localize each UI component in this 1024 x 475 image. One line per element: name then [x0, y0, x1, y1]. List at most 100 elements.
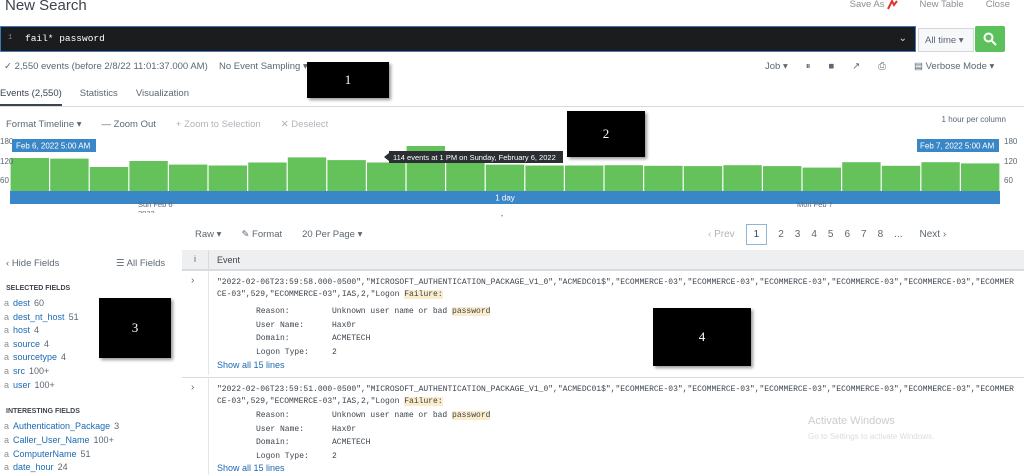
field-name: ComputerName — [13, 449, 77, 459]
timeline-bar[interactable] — [485, 164, 525, 191]
page-button[interactable]: 2 — [778, 229, 784, 240]
string-type-icon: a — [4, 421, 10, 431]
per-page-dropdown[interactable]: 20 Per Page ▾ — [302, 229, 362, 240]
highlight-term[interactable]: Failure: — [404, 396, 443, 406]
expand-chevron-icon[interactable]: › — [191, 382, 194, 393]
event-field-key: Domain: — [256, 334, 290, 343]
page-button[interactable]: 7 — [861, 229, 867, 240]
timeline-bar[interactable] — [169, 164, 208, 191]
show-all-lines-link[interactable]: Show all 15 lines — [217, 463, 285, 473]
job-dropdown[interactable]: Job ▾ — [765, 61, 788, 72]
raw-dropdown[interactable]: Raw ▾ — [195, 229, 221, 240]
timeline-bar[interactable] — [842, 162, 881, 191]
activate-windows-watermark: Activate Windows — [808, 415, 895, 427]
tab-visualization[interactable]: Visualization — [136, 88, 189, 107]
expand-chevron-icon[interactable]: › — [191, 275, 194, 286]
string-type-icon: a — [4, 352, 10, 362]
prev-button[interactable]: ‹ Prev — [708, 229, 735, 240]
format-timeline-dropdown[interactable]: Format Timeline ▾ — [6, 119, 82, 130]
timeline-bar[interactable] — [89, 167, 129, 191]
highlight-term[interactable]: password — [452, 307, 491, 316]
event-sampling-dropdown[interactable]: No Event Sampling ▾ — [219, 61, 308, 72]
time-range-picker[interactable]: All time ▾ — [918, 28, 974, 52]
timeline-bar[interactable] — [50, 158, 89, 191]
search-mode-dropdown[interactable]: ▤ Verbose Mode ▾ — [914, 61, 994, 72]
search-input[interactable]: 1 fail* password ⌄ — [0, 26, 916, 52]
timeline-bar[interactable] — [604, 165, 643, 191]
callout-4: 4 — [653, 308, 751, 366]
page-button[interactable]: 4 — [811, 229, 817, 240]
field-name: dest — [13, 298, 31, 308]
timeline-bar[interactable] — [287, 157, 327, 191]
sampling-label: No Event Sampling — [219, 61, 301, 72]
search-query[interactable]: fail* password — [25, 33, 105, 44]
timeline-bar[interactable] — [921, 162, 960, 191]
timeline-bar[interactable] — [446, 161, 485, 191]
timeline-bar[interactable] — [723, 165, 762, 191]
chevron-down-icon[interactable]: ⌄ — [899, 33, 907, 44]
field-user[interactable]: a user 100+ — [4, 380, 55, 390]
timeline-bar[interactable] — [10, 158, 50, 191]
field-src[interactable]: a src 100+ — [4, 366, 49, 376]
close-button[interactable]: Close — [986, 0, 1010, 10]
timeline-bar[interactable] — [683, 166, 723, 191]
field-name: dest_nt_host — [13, 312, 65, 322]
pause-icon[interactable]: ⏸ — [806, 61, 811, 72]
field-sourcetype[interactable]: a sourcetype 4 — [4, 352, 66, 362]
event-field-key: User Name: — [256, 425, 305, 434]
field-dest-nt-host[interactable]: a dest_nt_host 51 — [4, 312, 79, 322]
zoom-selection-button[interactable]: + Zoom to Selection — [176, 119, 261, 130]
per-page-label: 20 Per Page — [302, 229, 355, 240]
tab-events[interactable]: Events (2,550) — [0, 88, 62, 107]
hide-fields-button[interactable]: ‹ Hide Fields — [6, 258, 59, 269]
string-type-icon: a — [4, 380, 10, 390]
format-button[interactable]: ✎ Format — [241, 229, 282, 240]
field-host[interactable]: a host 4 — [4, 325, 39, 335]
timeline-bar[interactable] — [881, 165, 921, 191]
page-button[interactable]: 1 — [745, 224, 768, 245]
top-actions: Save As New Table Close — [850, 0, 1010, 10]
page-button[interactable]: 6 — [844, 229, 850, 240]
field-date-hour[interactable]: a date_hour 24 — [4, 462, 68, 472]
highlight-term[interactable]: Failure: — [404, 289, 443, 299]
save-as-button[interactable]: Save As — [850, 0, 898, 10]
field-authentication-package[interactable]: a Authentication_Package 3 — [4, 421, 119, 431]
search-button[interactable] — [975, 26, 1005, 52]
timeline-bar[interactable] — [802, 167, 841, 191]
all-fields-button[interactable]: ☰ All Fields — [116, 258, 165, 269]
timeline-bar[interactable] — [367, 162, 406, 192]
timeline-bar[interactable] — [565, 165, 604, 192]
timeline-bar[interactable] — [644, 165, 683, 191]
highlight-term[interactable]: password — [452, 411, 491, 420]
format-timeline-label: Format Timeline — [6, 119, 75, 130]
string-type-icon: a — [4, 312, 10, 322]
page-button[interactable]: 3 — [795, 229, 801, 240]
timeline-bar[interactable] — [208, 165, 247, 192]
field-caller-user-name[interactable]: a Caller_User_Name 100+ — [4, 435, 114, 445]
timeline-bar[interactable] — [961, 163, 1000, 191]
timeline-bar[interactable] — [129, 161, 168, 191]
show-all-lines-link[interactable]: Show all 15 lines — [217, 360, 285, 370]
field-computername[interactable]: a ComputerName 51 — [4, 449, 91, 459]
new-table-button[interactable]: New Table — [920, 0, 964, 10]
field-dest[interactable]: a dest 60 — [4, 298, 44, 308]
print-icon[interactable]: ⎙ — [878, 61, 886, 72]
timeline-bar[interactable] — [248, 162, 287, 192]
tooltip-arrow — [384, 153, 389, 161]
share-icon[interactable]: ↗ — [852, 61, 860, 72]
timeline-bar[interactable] — [763, 166, 802, 191]
timeline-chart[interactable]: 1 day 180 180 120 120 60 60 Feb 6, 2022 5:00 AM… — [0, 137, 1024, 213]
zoom-out-button[interactable]: — Zoom Out — [102, 119, 156, 130]
field-source[interactable]: a source 4 — [4, 339, 49, 349]
next-button[interactable]: Next › — [920, 229, 947, 240]
y-tick-label: 60 — [0, 176, 9, 185]
stop-icon[interactable]: ■ — [829, 61, 835, 72]
field-count: 51 — [80, 449, 91, 459]
page-button[interactable]: 5 — [828, 229, 834, 240]
timeline-bar[interactable] — [327, 160, 366, 191]
page-button[interactable]: 8 — [878, 229, 884, 240]
tab-statistics[interactable]: Statistics — [80, 88, 118, 107]
deselect-button[interactable]: ✕ Deselect — [281, 119, 329, 130]
timeline-bar[interactable] — [525, 165, 564, 192]
field-count: 24 — [57, 462, 68, 472]
